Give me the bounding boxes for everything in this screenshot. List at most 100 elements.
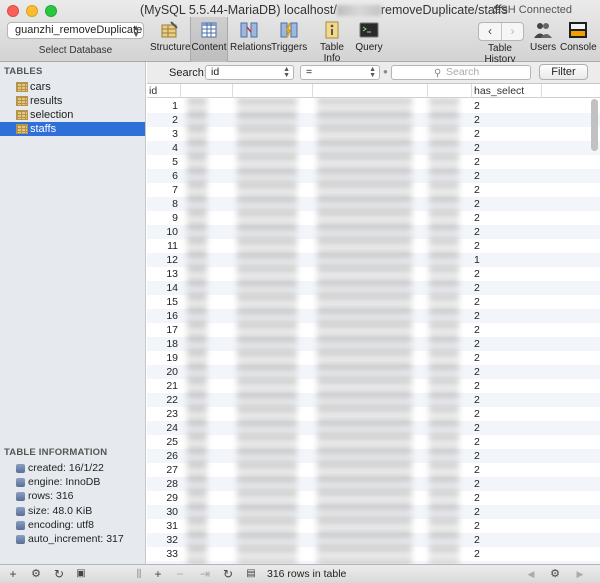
filter-toggle-icon[interactable]: ▣ — [74, 567, 88, 581]
cell-id[interactable]: 22 — [147, 393, 181, 407]
cell-id[interactable]: 7 — [147, 183, 181, 197]
sidebar-table-staffs[interactable]: staffs — [0, 122, 145, 136]
cell-id[interactable]: 15 — [147, 295, 181, 309]
cell-id[interactable]: 2 — [147, 113, 181, 127]
sidebar-table-results[interactable]: results — [0, 94, 145, 108]
console-button[interactable]: Console — [560, 20, 597, 58]
cell-has-select[interactable]: 2 — [472, 183, 480, 197]
sidebar-table-cars[interactable]: cars — [0, 80, 145, 94]
column-header-redacted[interactable] — [313, 84, 428, 98]
cell-has-select[interactable]: 2 — [472, 337, 480, 351]
close-window-button[interactable] — [7, 5, 19, 17]
cell-has-select[interactable]: 2 — [472, 365, 480, 379]
split-handle-icon[interactable]: ⦀ — [134, 567, 144, 581]
filter-button[interactable]: Filter — [539, 64, 588, 80]
cell-id[interactable]: 31 — [147, 519, 181, 533]
cell-id[interactable]: 18 — [147, 337, 181, 351]
content-grid[interactable]: 1 2 2 2 3 2 4 2 5 2 6 2 7 2 8 2 9 2 10 2 11 2 12 1 13 2 14 2 15 2 16 2 1… — [147, 84, 600, 564]
cell-id[interactable]: 5 — [147, 155, 181, 169]
cell-has-select[interactable]: 2 — [472, 421, 480, 435]
page-forward-icon[interactable]: ▶ — [573, 567, 587, 581]
zoom-window-button[interactable] — [45, 5, 57, 17]
cell-has-select[interactable]: 2 — [472, 435, 480, 449]
table-view-icon[interactable]: ▤ — [244, 567, 258, 581]
content-tab[interactable]: Content — [190, 17, 228, 62]
refresh-content-button[interactable]: ↻ — [221, 567, 235, 581]
cell-has-select[interactable]: 2 — [472, 267, 480, 281]
cell-has-select[interactable]: 2 — [472, 323, 480, 337]
triggers-tab[interactable]: Triggers — [271, 20, 307, 58]
cell-has-select[interactable]: 2 — [472, 169, 480, 183]
duplicate-row-icon[interactable]: ⇥ — [198, 567, 212, 581]
refresh-tables-button[interactable]: ↻ — [52, 567, 66, 581]
cell-id[interactable]: 26 — [147, 449, 181, 463]
history-back-button[interactable]: ‹ — [479, 23, 501, 40]
cell-has-select[interactable]: 2 — [472, 225, 480, 239]
cell-has-select[interactable]: 2 — [472, 505, 480, 519]
cell-id[interactable]: 14 — [147, 281, 181, 295]
cell-id[interactable]: 28 — [147, 477, 181, 491]
cell-has-select[interactable]: 2 — [472, 239, 480, 253]
cell-has-select[interactable]: 2 — [472, 533, 480, 547]
filter-operator-select[interactable]: = ▲ ▼ — [300, 65, 380, 80]
cell-id[interactable]: 29 — [147, 491, 181, 505]
relations-tab[interactable]: Relations — [230, 20, 272, 58]
cell-id[interactable]: 11 — [147, 239, 181, 253]
cell-has-select[interactable]: 2 — [472, 379, 480, 393]
cell-has-select[interactable]: 2 — [472, 309, 480, 323]
cell-has-select[interactable]: 2 — [472, 393, 480, 407]
cell-has-select[interactable]: 2 — [472, 211, 480, 225]
column-header-redacted[interactable] — [181, 84, 233, 98]
cell-has-select[interactable]: 2 — [472, 477, 480, 491]
cell-id[interactable]: 27 — [147, 463, 181, 477]
cell-id[interactable]: 13 — [147, 267, 181, 281]
cell-id[interactable]: 21 — [147, 379, 181, 393]
cell-id[interactable]: 12 — [147, 253, 181, 267]
cell-has-select[interactable]: 2 — [472, 463, 480, 477]
cell-id[interactable]: 16 — [147, 309, 181, 323]
cell-id[interactable]: 32 — [147, 533, 181, 547]
add-table-button[interactable]: + — [6, 567, 20, 581]
column-header-has-select[interactable]: has_select — [472, 84, 542, 98]
sidebar-table-selection[interactable]: selection — [0, 108, 145, 122]
gear-icon[interactable]: ⚙ — [26, 567, 46, 581]
structure-tab[interactable]: Structure — [150, 20, 191, 58]
column-header-redacted[interactable] — [233, 84, 313, 98]
cell-id[interactable]: 9 — [147, 211, 181, 225]
cell-has-select[interactable]: 2 — [472, 113, 480, 127]
cell-has-select[interactable]: 1 — [472, 253, 480, 267]
cell-id[interactable]: 33 — [147, 547, 181, 561]
cell-id[interactable]: 30 — [147, 505, 181, 519]
cell-has-select[interactable]: 2 — [472, 155, 480, 169]
cell-id[interactable]: 20 — [147, 365, 181, 379]
page-back-icon[interactable]: ◀ — [524, 567, 538, 581]
cell-has-select[interactable]: 2 — [472, 295, 480, 309]
cell-id[interactable]: 6 — [147, 169, 181, 183]
cell-id[interactable]: 4 — [147, 141, 181, 155]
cell-has-select[interactable]: 2 — [472, 519, 480, 533]
grid-scrollbar-thumb[interactable] — [591, 99, 598, 151]
cell-has-select[interactable]: 2 — [472, 547, 480, 561]
cell-has-select[interactable]: 2 — [472, 491, 480, 505]
cell-id[interactable]: 8 — [147, 197, 181, 211]
add-row-button[interactable]: + — [151, 567, 165, 581]
gear-icon[interactable]: ⚙ — [545, 567, 565, 581]
cell-id[interactable]: 3 — [147, 127, 181, 141]
cell-has-select[interactable]: 2 — [472, 407, 480, 421]
cell-has-select[interactable]: 2 — [472, 197, 480, 211]
cell-has-select[interactable]: 2 — [472, 99, 480, 113]
cell-id[interactable]: 25 — [147, 435, 181, 449]
minimize-window-button[interactable] — [26, 5, 38, 17]
cell-id[interactable]: 24 — [147, 421, 181, 435]
cell-has-select[interactable]: 2 — [472, 141, 480, 155]
filter-field-select[interactable]: id ▲ ▼ — [205, 65, 294, 80]
cell-id[interactable]: 23 — [147, 407, 181, 421]
table-info-tab[interactable]: Table Info — [311, 20, 353, 64]
database-select[interactable]: guanzhi_removeDuplicate ▲ ▼ — [7, 22, 144, 39]
cell-id[interactable]: 1 — [147, 99, 181, 113]
cell-has-select[interactable]: 2 — [472, 351, 480, 365]
column-header-id[interactable]: id — [147, 84, 181, 98]
cell-id[interactable]: 10 — [147, 225, 181, 239]
cell-has-select[interactable]: 2 — [472, 127, 480, 141]
cell-id[interactable]: 19 — [147, 351, 181, 365]
